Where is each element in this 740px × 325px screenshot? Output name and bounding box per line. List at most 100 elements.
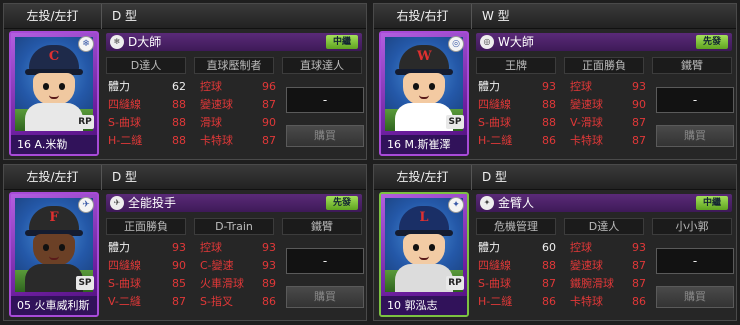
- stat-value: 88: [172, 134, 186, 147]
- stat-value: 87: [172, 295, 186, 308]
- left-eye: [413, 244, 419, 251]
- stat-label: H-二縫: [478, 134, 513, 147]
- ability-slot[interactable]: 直球達人: [282, 57, 362, 74]
- stat-value: 62: [172, 80, 186, 93]
- player-name: 16 M.斯崔澤: [381, 135, 467, 154]
- ability-slot[interactable]: 鐵臂: [652, 57, 732, 74]
- position-select[interactable]: -: [656, 248, 734, 274]
- ability-slot[interactable]: D達人: [564, 218, 644, 235]
- skill-name: W大師: [498, 35, 534, 49]
- stat-value: 88: [542, 98, 556, 111]
- pitch-value: 87: [262, 134, 276, 147]
- stat-label: 四縫線: [478, 259, 511, 272]
- ability-slot[interactable]: 正面勝負: [106, 218, 186, 235]
- stat-value: 90: [172, 259, 186, 272]
- stat-label: 四縫線: [478, 98, 511, 111]
- stat-label: H-二縫: [478, 295, 513, 308]
- stat-value: 85: [172, 277, 186, 290]
- stat-label: 體力: [108, 241, 130, 254]
- pitch-label: 滑球: [200, 116, 222, 129]
- skill-icon: ❄: [110, 35, 124, 49]
- pitch-label: 卡特球: [200, 134, 233, 147]
- panel-header: 左投/左打 D 型: [4, 165, 366, 190]
- stat-label: V-二縫: [108, 295, 141, 308]
- panel-header: 左投/左打 D 型: [374, 165, 736, 190]
- skill-bar: ◎ W大師 先發: [476, 33, 732, 51]
- pitcher-type: D 型: [482, 170, 508, 184]
- player-panel: 左投/左打 D 型 F ✈ SP 05 火車威利斯 ✈ 全能投手 先發 正面勝負 D-Train 鐵臂…: [3, 164, 367, 321]
- right-eye: [59, 244, 65, 251]
- player-face: [33, 234, 75, 266]
- player-name: 10 郭泓志: [381, 296, 467, 315]
- buy-button[interactable]: 購買: [286, 286, 364, 308]
- pitch-label: 控球: [570, 80, 592, 93]
- stat-label: 四縫線: [108, 98, 141, 111]
- stat-value: 88: [172, 116, 186, 129]
- ability-slot[interactable]: 王牌: [476, 57, 556, 74]
- stat-value: 60: [542, 241, 556, 254]
- player-panel: 左投/左打 D 型 C ❄ RP 16 A.米勒 ❄ D大師 中繼 D達人 直球壓制者 直球達人 體力 6…: [3, 3, 367, 160]
- stat-value: 93: [172, 241, 186, 254]
- pitch-label: 控球: [200, 80, 222, 93]
- player-card[interactable]: W ◎ SP 16 M.斯崔澤: [379, 31, 469, 156]
- snowflake-icon: ❄: [78, 36, 94, 52]
- player-face: [403, 73, 445, 105]
- position-select[interactable]: -: [286, 248, 364, 274]
- ability-slot[interactable]: 鐵臂: [282, 218, 362, 235]
- stat-label: 體力: [108, 80, 130, 93]
- stat-label: 體力: [478, 241, 500, 254]
- panel-header: 右投/右打 W 型: [374, 4, 736, 29]
- pitch-label: C-變速: [200, 259, 234, 272]
- pitch-value: 90: [632, 98, 646, 111]
- player-jersey: [395, 264, 453, 292]
- pitch-label: S-指叉: [200, 295, 233, 308]
- pitcher-type: D 型: [112, 9, 138, 23]
- pitch-value: 87: [632, 134, 646, 147]
- buy-button[interactable]: 購買: [286, 125, 364, 147]
- position-select[interactable]: -: [656, 87, 734, 113]
- panel-header: 左投/左打 D 型: [4, 4, 366, 29]
- ability-slot[interactable]: 正面勝負: [564, 57, 644, 74]
- ability-slot[interactable]: 危機管理: [476, 218, 556, 235]
- skill-icon: ◎: [480, 35, 494, 49]
- buy-button[interactable]: 購買: [656, 125, 734, 147]
- stat-value: 87: [542, 277, 556, 290]
- player-card[interactable]: F ✈ SP 05 火車威利斯: [9, 192, 99, 317]
- ability-slot[interactable]: D-Train: [194, 218, 274, 235]
- pitch-value: 90: [262, 116, 276, 129]
- left-eye: [413, 83, 419, 90]
- right-eye: [59, 83, 65, 90]
- player-card[interactable]: L ✦ RP 10 郭泓志: [379, 192, 469, 317]
- pitch-value: 96: [262, 80, 276, 93]
- cap-logo: C: [48, 49, 60, 64]
- stat-value: 93: [542, 80, 556, 93]
- ability-slot[interactable]: D達人: [106, 57, 186, 74]
- stat-label: S-曲球: [108, 277, 141, 290]
- left-eye: [43, 83, 49, 90]
- stat-label: 體力: [478, 80, 500, 93]
- mouth: [419, 95, 429, 99]
- position-badge: SP: [76, 276, 94, 290]
- mouth: [419, 256, 429, 260]
- player-panel: 右投/右打 W 型 W ◎ SP 16 M.斯崔澤 ◎ W大師 先發王牌 正面勝負 鐵臂體力 93 四縫…: [373, 3, 737, 160]
- stat-value: 88: [542, 259, 556, 272]
- pitch-value: 93: [632, 241, 646, 254]
- player-card[interactable]: C ❄ RP 16 A.米勒: [9, 31, 99, 156]
- skill-icon: ✦: [480, 196, 494, 210]
- ability-slot[interactable]: 直球壓制者: [194, 57, 274, 74]
- wing-icon: ✈: [78, 197, 94, 213]
- pitcher-type: D 型: [112, 170, 138, 184]
- role-badge: 先發: [696, 35, 728, 49]
- pitch-value: 87: [632, 116, 646, 129]
- pitch-label: 鐵腕滑球: [570, 277, 614, 290]
- pitch-label: V-滑球: [570, 116, 603, 129]
- buy-button[interactable]: 購買: [656, 286, 734, 308]
- star-icon: ✦: [448, 197, 464, 213]
- stat-value: 88: [542, 116, 556, 129]
- ability-slot[interactable]: 小小郭: [652, 218, 732, 235]
- pitch-label: 變速球: [570, 98, 603, 111]
- position-select[interactable]: -: [286, 87, 364, 113]
- role-badge: 中繼: [326, 35, 358, 49]
- pitcher-type: W 型: [482, 9, 510, 23]
- player-panel: 左投/左打 D 型 L ✦ RP 10 郭泓志 ✦ 金臂人 中繼 危機管理 D達人 小小郭 體力 60 四縫…: [373, 164, 737, 321]
